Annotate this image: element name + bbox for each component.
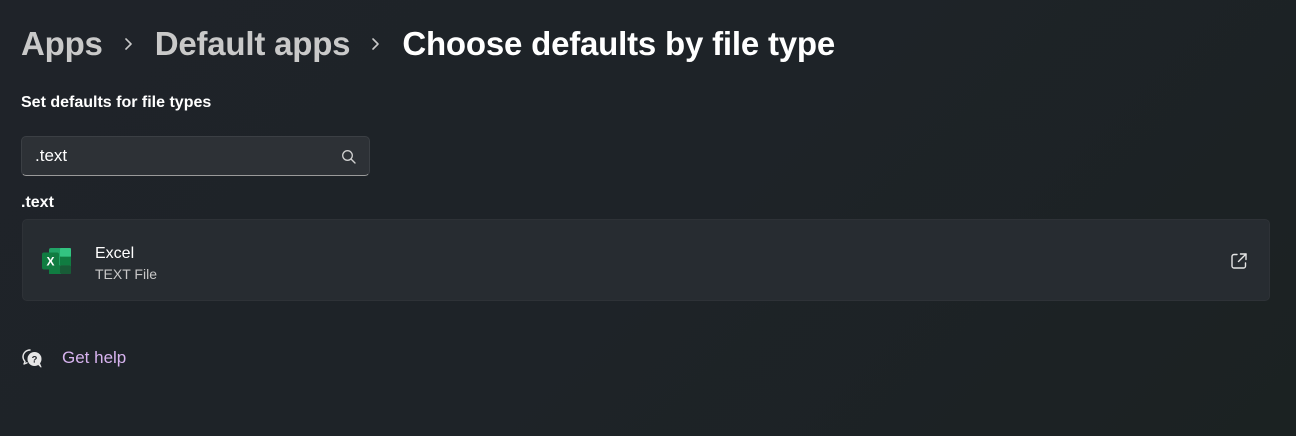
get-help-row[interactable]: ? Get help [20,344,126,372]
file-type-description: TEXT File [95,266,157,282]
help-chat-icon: ? [20,346,44,370]
svg-text:?: ? [32,355,38,366]
breadcrumb-default-apps[interactable]: Default apps [155,22,351,66]
external-link-icon[interactable] [1229,251,1249,271]
section-title: Set defaults for file types [21,94,212,111]
breadcrumb: Apps Default apps Choose defaults by fil… [21,22,835,66]
chevron-right-icon [103,22,155,66]
excel-icon: X [40,244,74,278]
default-app-item[interactable]: X Excel TEXT File [22,219,1270,301]
file-type-group-label: .text [21,194,54,211]
svg-text:X: X [46,255,54,269]
search-box[interactable] [21,136,370,176]
get-help-link[interactable]: Get help [62,346,126,370]
search-icon[interactable] [341,149,357,165]
breadcrumb-apps[interactable]: Apps [21,22,103,66]
app-name: Excel [95,245,135,262]
search-input[interactable] [35,137,335,175]
chevron-right-icon [350,22,402,66]
page-title: Choose defaults by file type [402,25,835,62]
